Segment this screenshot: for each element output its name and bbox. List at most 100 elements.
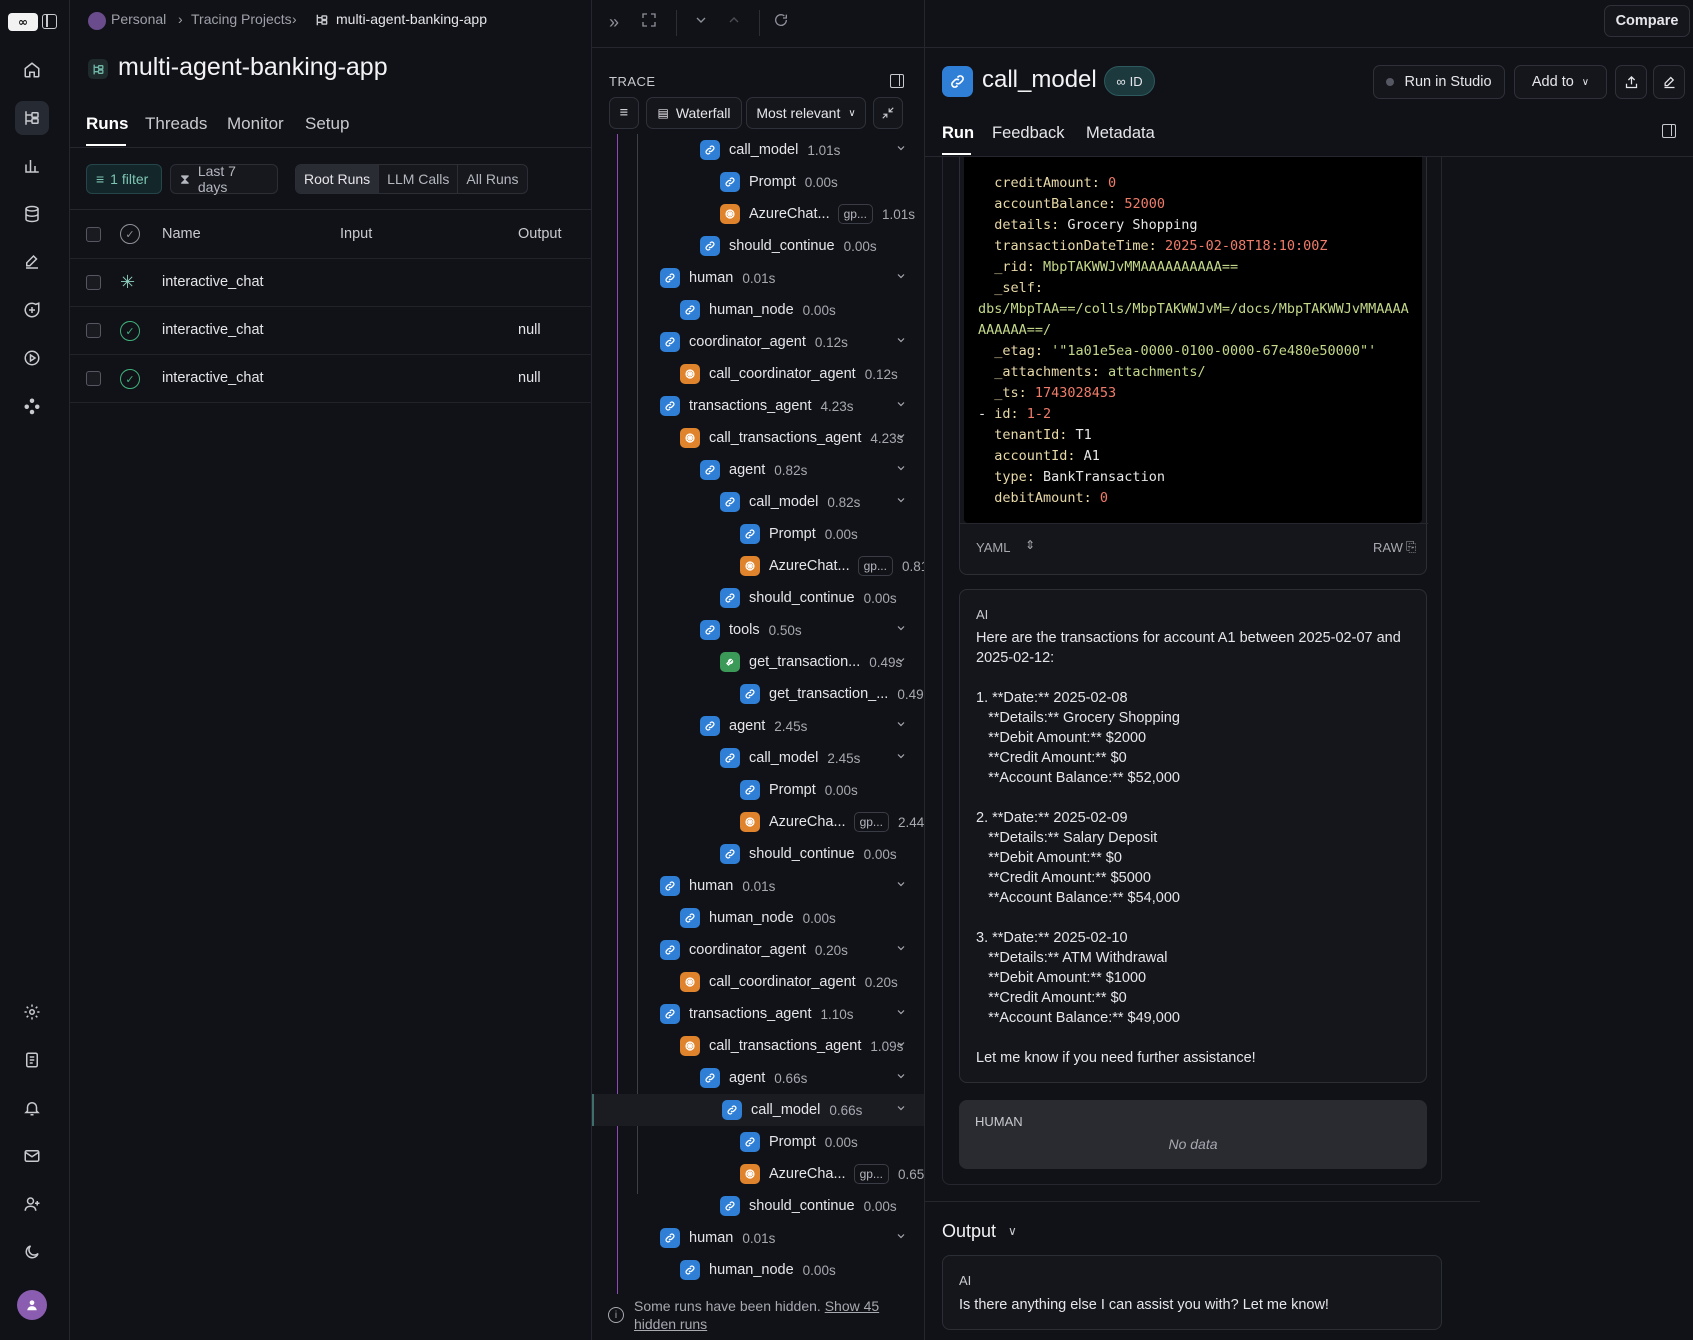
trace-node[interactable]: tools 0.50s xyxy=(592,614,924,646)
trace-node[interactable]: call_coordinator_agent 0.12s xyxy=(592,358,924,390)
chevron-down-icon[interactable] xyxy=(895,750,907,762)
trace-node[interactable]: Prompt 0.00s xyxy=(592,774,924,806)
chevron-down-icon[interactable] xyxy=(895,142,907,154)
tab-feedback[interactable]: Feedback xyxy=(992,124,1064,143)
trace-node[interactable]: should_continue 0.00s xyxy=(592,838,924,870)
run-type-root[interactable]: Root Runs xyxy=(296,165,380,193)
row-checkbox[interactable] xyxy=(86,323,101,338)
trace-node[interactable]: coordinator_agent 0.20s xyxy=(592,934,924,966)
table-row[interactable]: ✳ interactive_chat xyxy=(70,259,592,307)
column-input[interactable]: Input xyxy=(340,226,372,242)
show-hidden-runs-link-2[interactable]: hidden runs xyxy=(634,1316,707,1332)
tab-run[interactable]: Run xyxy=(942,124,974,143)
trace-node[interactable]: Prompt 0.00s xyxy=(592,166,924,198)
chevron-down-icon[interactable]: ∨ xyxy=(1008,1224,1017,1238)
trace-node[interactable]: should_continue 0.00s xyxy=(592,230,924,262)
play-icon[interactable] xyxy=(15,341,49,375)
filter-button[interactable]: ≡ 1 filter xyxy=(86,164,162,194)
chevron-down-icon[interactable] xyxy=(895,654,907,666)
trace-node[interactable]: call_model 0.82s xyxy=(592,486,924,518)
chevron-down-icon[interactable] xyxy=(895,718,907,730)
chevron-down-icon[interactable] xyxy=(895,398,907,410)
langsmith-logo[interactable]: ∞ xyxy=(8,13,38,31)
trace-node[interactable]: Prompt 0.00s xyxy=(592,518,924,550)
trace-node[interactable]: human 0.01s xyxy=(592,870,924,902)
trace-node[interactable]: transactions_agent 1.10s xyxy=(592,998,924,1030)
trace-filter-button[interactable]: ≡ xyxy=(609,97,639,129)
trace-node[interactable]: human_node 0.00s xyxy=(592,294,924,326)
column-name[interactable]: Name xyxy=(162,226,201,242)
select-all-checkbox[interactable] xyxy=(86,227,101,242)
trace-node[interactable]: agent 0.82s xyxy=(592,454,924,486)
raw-toggle[interactable]: RAW xyxy=(1373,540,1403,555)
collapse-all-button[interactable] xyxy=(873,97,903,129)
document-icon[interactable] xyxy=(15,1043,49,1077)
show-hidden-runs-link[interactable]: Show 45 xyxy=(825,1298,879,1314)
trace-node[interactable]: human 0.01s xyxy=(592,1222,924,1254)
edit-button[interactable] xyxy=(1653,65,1685,99)
trace-node[interactable]: AzureCha... gp... 0.65s xyxy=(592,1158,924,1190)
sidebar-toggle-icon[interactable] xyxy=(1662,124,1676,138)
chevron-down-icon[interactable] xyxy=(895,942,907,954)
home-icon[interactable] xyxy=(15,53,49,87)
row-checkbox[interactable] xyxy=(86,371,101,386)
run-type-all[interactable]: All Runs xyxy=(458,165,526,193)
breadcrumb-personal[interactable]: Personal xyxy=(111,11,166,27)
pen-icon[interactable] xyxy=(15,245,49,279)
chevron-down-icon[interactable] xyxy=(895,1070,907,1082)
copy-icon[interactable]: ⎘ xyxy=(1406,539,1416,555)
trace-node[interactable]: Prompt 0.00s xyxy=(592,1126,924,1158)
chevron-down-icon[interactable] xyxy=(895,1006,907,1018)
tab-metadata[interactable]: Metadata xyxy=(1086,124,1155,143)
trace-node[interactable]: AzureCha... gp... 2.44s xyxy=(592,806,924,838)
trace-node[interactable]: AzureChat... gp... 1.01s xyxy=(592,198,924,230)
trace-node[interactable]: call_model 2.45s xyxy=(592,742,924,774)
time-range-button[interactable]: ⧗ Last 7 days xyxy=(170,163,278,195)
tracing-icon[interactable] xyxy=(15,101,49,135)
deploy-icon[interactable] xyxy=(15,389,49,423)
panel-layout-icon[interactable] xyxy=(890,74,904,88)
user-avatar[interactable] xyxy=(17,1290,47,1320)
tab-runs[interactable]: Runs xyxy=(86,114,129,134)
chevron-down-icon[interactable] xyxy=(895,1230,907,1242)
bell-icon[interactable] xyxy=(15,1091,49,1125)
trace-node[interactable]: get_transaction... 0.49s xyxy=(592,646,924,678)
tab-setup[interactable]: Setup xyxy=(305,114,349,134)
trace-node[interactable]: human_node 0.00s xyxy=(592,902,924,934)
trace-node[interactable]: call_model 1.01s xyxy=(592,134,924,166)
trace-node[interactable]: call_transactions_agent 4.23s xyxy=(592,422,924,454)
trace-node[interactable]: agent 2.45s xyxy=(592,710,924,742)
trace-node[interactable]: transactions_agent 4.23s xyxy=(592,390,924,422)
chevron-updown-icon[interactable]: ⇕ xyxy=(1025,538,1035,552)
sidebar-toggle-icon[interactable] xyxy=(42,14,57,29)
trace-node[interactable]: human_node 0.00s xyxy=(592,1254,924,1286)
trace-node[interactable]: should_continue 0.00s xyxy=(592,582,924,614)
trace-node[interactable]: human 0.01s xyxy=(592,262,924,294)
trace-node[interactable]: AzureChat... gp... 0.81s xyxy=(592,550,924,582)
trace-node[interactable]: should_continue 0.00s xyxy=(592,1190,924,1222)
mail-icon[interactable] xyxy=(15,1139,49,1173)
moon-icon[interactable] xyxy=(15,1235,49,1269)
gear-icon[interactable] xyxy=(15,995,49,1029)
sort-select[interactable]: Most relevant ∨ xyxy=(746,97,866,129)
chevron-down-icon[interactable] xyxy=(895,334,907,346)
chevron-down-icon[interactable] xyxy=(895,622,907,634)
run-type-llm[interactable]: LLM Calls xyxy=(379,165,459,193)
trace-node[interactable]: call_transactions_agent 1.09s xyxy=(592,1030,924,1062)
table-row[interactable]: ✓ interactive_chat null xyxy=(70,355,592,403)
trace-node[interactable]: agent 0.66s xyxy=(592,1062,924,1094)
database-icon[interactable] xyxy=(15,197,49,231)
run-in-studio-button[interactable]: Run in Studio xyxy=(1373,65,1505,99)
row-checkbox[interactable] xyxy=(86,275,101,290)
trace-node[interactable]: get_transaction_... 0.49s xyxy=(592,678,924,710)
trace-node[interactable]: coordinator_agent 0.12s xyxy=(592,326,924,358)
chevron-down-icon[interactable] xyxy=(895,1038,907,1050)
output-section-title[interactable]: Output xyxy=(942,1221,996,1242)
chevron-down-icon[interactable] xyxy=(895,878,907,890)
add-user-icon[interactable] xyxy=(15,1187,49,1221)
chevron-down-icon[interactable] xyxy=(895,1102,907,1114)
trace-node[interactable]: call_model 0.66s xyxy=(592,1094,924,1126)
add-to-button[interactable]: Add to ∨ xyxy=(1514,65,1607,99)
column-output[interactable]: Output xyxy=(518,226,562,242)
trace-node[interactable]: call_coordinator_agent 0.20s xyxy=(592,966,924,998)
